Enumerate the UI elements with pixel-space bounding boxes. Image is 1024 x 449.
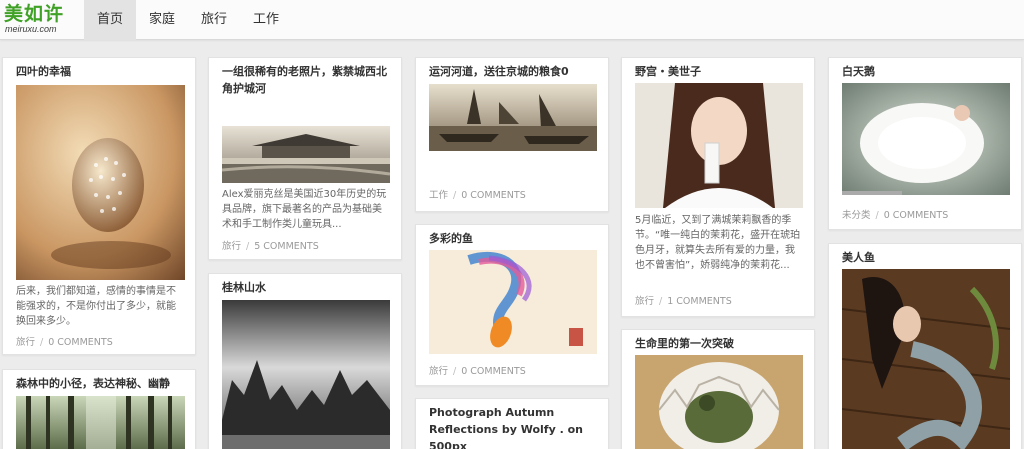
post-image[interactable] <box>222 126 390 183</box>
post-card: 桂林山水 <box>208 273 402 449</box>
post-card: 生命里的第一次突破 <box>621 329 815 449</box>
meta-separator: / <box>40 337 44 348</box>
post-category-link[interactable]: 工作 <box>429 190 448 201</box>
post-card: 美人鱼 <box>828 243 1022 449</box>
post-image[interactable] <box>635 83 803 208</box>
post-category-link[interactable]: 旅行 <box>429 366 448 377</box>
post-image[interactable] <box>842 83 1010 195</box>
meta-separator: / <box>246 241 250 252</box>
post-category-link[interactable]: 旅行 <box>222 241 241 252</box>
post-title[interactable]: 美人鱼 <box>842 249 1011 266</box>
post-title[interactable]: 运河河道，送往京城的粮食0 <box>429 63 598 80</box>
post-comments-link[interactable]: 0 COMMENTS <box>884 210 949 221</box>
top-navbar: 美如许 meiruxu.com 首页 家庭 旅行 工作 <box>0 0 1024 40</box>
post-category-link[interactable]: 未分类 <box>842 210 871 221</box>
post-title[interactable]: 生命里的第一次突破 <box>635 335 804 352</box>
post-card: 运河河道，送往京城的粮食0 工作 / 0 COMMENTS <box>415 57 609 212</box>
post-image[interactable] <box>429 250 597 354</box>
post-card: 多彩的鱼 旅行 / 0 COMMENTS <box>415 224 609 386</box>
post-card: 一组很稀有的老照片，紫禁城西北角护城河 Alex爱丽克丝是美国近30年历史的玩具… <box>208 57 402 260</box>
site-logo[interactable]: 美如许 meiruxu.com <box>4 4 80 36</box>
post-comments-link[interactable]: 1 COMMENTS <box>667 296 732 307</box>
post-comments-link[interactable]: 0 COMMENTS <box>461 366 526 377</box>
post-comments-link[interactable]: 0 COMMENTS <box>461 190 526 201</box>
logo-text-domain: meiruxu.com <box>5 24 57 34</box>
post-title[interactable]: 多彩的鱼 <box>429 230 598 247</box>
logo-text-cn: 美如许 <box>4 3 65 25</box>
post-meta: 旅行 / 0 COMMENTS <box>429 366 526 378</box>
post-meta: 未分类 / 0 COMMENTS <box>842 210 948 222</box>
post-meta: 旅行 / 5 COMMENTS <box>222 241 319 253</box>
post-excerpt: 5月临近，又到了满城茉莉飘香的季节。“唯一纯白的茉莉花，盛开在琥珀色月牙，就算失… <box>635 215 801 271</box>
meta-separator: / <box>453 190 457 201</box>
post-image[interactable] <box>222 300 390 449</box>
post-title[interactable]: 四叶的幸福 <box>16 63 185 80</box>
post-title[interactable]: 野宫・美世子 <box>635 63 804 80</box>
meta-separator: / <box>659 296 663 307</box>
post-card: 野宫・美世子 5月临近，又到了满城茉莉飘香的季节。“唯一纯白的茉莉花，盛开在琥珀… <box>621 57 815 317</box>
post-meta: 旅行 / 1 COMMENTS <box>635 296 732 308</box>
nav-item-travel[interactable]: 旅行 <box>188 0 240 40</box>
nav-item-home[interactable]: 首页 <box>84 0 137 40</box>
post-excerpt: Alex爱丽克丝是美国近30年历史的玩具品牌，旗下最著名的产品为基础美术和手工制… <box>222 189 387 230</box>
post-title[interactable]: Photograph Autumn Reflections by Wolfy .… <box>429 404 598 449</box>
post-title[interactable]: 森林中的小径，表达神秘、幽静 <box>16 375 185 392</box>
main-nav: 首页 家庭 旅行 工作 <box>84 0 292 40</box>
post-meta: 工作 / 0 COMMENTS <box>429 190 526 202</box>
post-title[interactable]: 一组很稀有的老照片，紫禁城西北角护城河 <box>222 63 391 97</box>
meta-separator: / <box>875 210 879 221</box>
post-card: Photograph Autumn Reflections by Wolfy .… <box>415 398 609 449</box>
post-image[interactable] <box>429 84 597 151</box>
post-card: 白天鹅 未分类 / 0 COMMENTS <box>828 57 1022 230</box>
post-image[interactable] <box>16 396 185 449</box>
post-image[interactable] <box>16 85 185 280</box>
post-comments-link[interactable]: 0 COMMENTS <box>48 337 113 348</box>
post-meta: 旅行 / 0 COMMENTS <box>16 337 113 349</box>
post-card: 森林中的小径，表达神秘、幽静 <box>2 369 196 449</box>
nav-item-work[interactable]: 工作 <box>240 0 292 40</box>
meta-separator: / <box>453 366 457 377</box>
post-title[interactable]: 白天鹅 <box>842 63 1011 80</box>
post-comments-link[interactable]: 5 COMMENTS <box>254 241 319 252</box>
post-image[interactable] <box>635 355 803 449</box>
nav-item-family[interactable]: 家庭 <box>136 0 188 40</box>
post-card: 四叶的幸福 后来，我们都知道，感情的事情是不能强求的，不是你付出了多少，就能换回… <box>2 57 196 355</box>
post-category-link[interactable]: 旅行 <box>16 337 35 348</box>
post-image[interactable] <box>842 269 1010 449</box>
post-excerpt: 后来，我们都知道，感情的事情是不能强求的，不是你付出了多少，就能换回来多少。 <box>16 286 176 327</box>
post-title[interactable]: 桂林山水 <box>222 279 391 296</box>
post-category-link[interactable]: 旅行 <box>635 296 654 307</box>
